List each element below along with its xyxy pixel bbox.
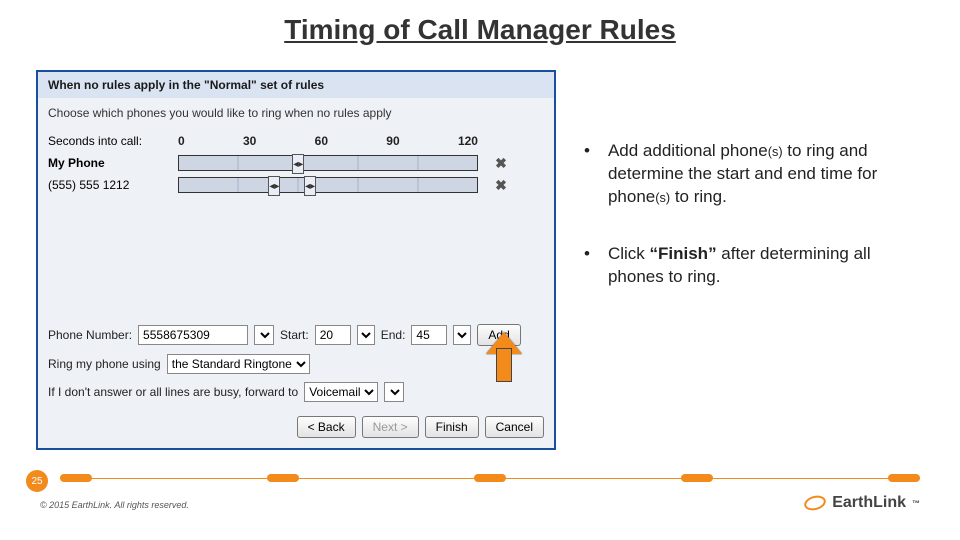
end-input[interactable] (411, 325, 447, 345)
end-label: End: (381, 328, 406, 342)
slider-handle-icon[interactable]: ◂▸ (292, 154, 304, 174)
start-label: Start: (280, 328, 309, 342)
seconds-ticks: 0 30 60 90 120 (178, 134, 478, 148)
end-dropdown[interactable] (453, 325, 471, 345)
next-button[interactable]: Next > (362, 416, 419, 438)
phone-number-label: Phone Number: (48, 328, 132, 342)
tick-60: 60 (315, 134, 328, 148)
tick-90: 90 (386, 134, 399, 148)
add-phone-row: Phone Number: Start: End: Add (48, 324, 544, 346)
forward-options-dropdown[interactable] (384, 382, 404, 402)
tick-30: 30 (243, 134, 256, 148)
ring-slider[interactable]: ◂▸ (178, 155, 478, 171)
bead-icon (474, 474, 506, 482)
noanswer-label: If I don't answer or all lines are busy,… (48, 385, 298, 399)
phone-number-dropdown[interactable] (254, 325, 274, 345)
finish-button[interactable]: Finish (425, 416, 479, 438)
phone-row-555: (555) 555 1212 ◂▸ ◂▸ ✖ (48, 174, 544, 196)
start-dropdown[interactable] (357, 325, 375, 345)
start-input[interactable] (315, 325, 351, 345)
arrow-icon (486, 332, 522, 382)
ring-slider[interactable]: ◂▸ ◂▸ (178, 177, 478, 193)
brand-logo: EarthLink ™ (804, 494, 920, 512)
forward-select[interactable]: Voicemail (304, 382, 378, 402)
page-number-badge: 25 (26, 470, 48, 492)
slider-handle-icon[interactable]: ◂▸ (268, 176, 280, 196)
seconds-into-call-label: Seconds into call: (48, 134, 178, 148)
remove-phone-icon[interactable]: ✖ (492, 177, 510, 194)
cancel-button[interactable]: Cancel (485, 416, 544, 438)
back-button[interactable]: < Back (297, 416, 356, 438)
instruction-notes: Add additional phone(s) to ring and dete… (584, 70, 924, 450)
page-title: Timing of Call Manager Rules (0, 0, 960, 46)
brand-name: EarthLink (832, 494, 906, 512)
dialog-subtext: Choose which phones you would like to ri… (38, 98, 554, 130)
tick-0: 0 (178, 134, 185, 148)
note-click-finish: Click “Finish” after determining all pho… (584, 243, 924, 289)
phone-number-input[interactable] (138, 325, 248, 345)
slider-handle-icon[interactable]: ◂▸ (304, 176, 316, 196)
earthlink-ring-icon (803, 493, 828, 512)
dialog-header: When no rules apply in the "Normal" set … (38, 72, 554, 98)
footer-divider (60, 478, 920, 492)
phone-label: My Phone (48, 156, 178, 170)
ringtone-label: Ring my phone using (48, 357, 161, 371)
phone-row-my-phone: My Phone ◂▸ ✖ (48, 152, 544, 174)
note-add-phones: Add additional phone(s) to ring and dete… (584, 140, 924, 209)
bead-icon (60, 474, 92, 482)
tick-120: 120 (458, 134, 478, 148)
remove-phone-icon[interactable]: ✖ (492, 155, 510, 172)
bead-icon (267, 474, 299, 482)
bead-icon (888, 474, 920, 482)
phone-label: (555) 555 1212 (48, 178, 178, 192)
trademark-icon: ™ (912, 499, 920, 508)
copyright-text: © 2015 EarthLink. All rights reserved. (40, 500, 189, 510)
ringtone-select[interactable]: the Standard Ringtone (167, 354, 310, 374)
rules-dialog: When no rules apply in the "Normal" set … (36, 70, 556, 450)
bead-icon (681, 474, 713, 482)
